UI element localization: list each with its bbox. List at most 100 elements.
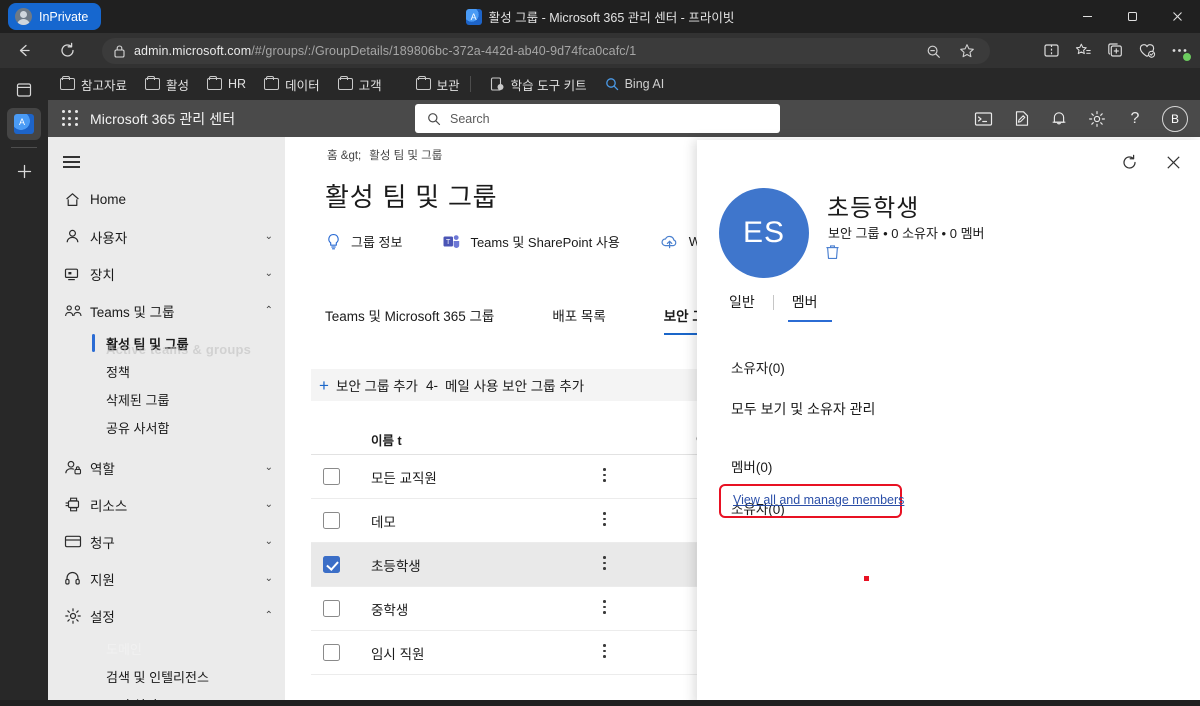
sidebar-item-teams-groups[interactable]: Teams 및 그룹 ⌃ — [48, 292, 285, 329]
device-icon — [64, 266, 90, 282]
app-launcher-icon[interactable] — [60, 109, 80, 129]
bookmark-item[interactable]: 참고자료 — [52, 71, 135, 98]
inprivate-indicator[interactable]: InPrivate — [8, 3, 102, 30]
column-header-name[interactable]: 이름 t — [371, 430, 402, 449]
owners-manage-link[interactable]: 모두 보기 및 소유자 관리 — [731, 399, 875, 419]
bookmark-item[interactable]: 데이터 — [256, 71, 328, 98]
console-icon[interactable] — [966, 104, 1000, 134]
more-options-icon[interactable] — [603, 468, 606, 485]
sidebar-item-search-intelligence[interactable]: 검색 및 인텔리전스 — [48, 662, 285, 690]
row-name-cell: 초등학생 — [371, 558, 421, 574]
row-checkbox[interactable] — [323, 600, 340, 617]
owners-count-label: 소유자(0) — [731, 361, 785, 376]
address-bar[interactable]: admin.microsoft.com/#/groups/:/GroupDeta… — [102, 38, 990, 64]
settings-gear-icon[interactable] — [1080, 104, 1114, 134]
table-row[interactable]: 임시 직원 — [311, 631, 751, 675]
sidebar-item-resources[interactable]: 리소스 ⌄ — [48, 486, 285, 523]
tab-label: Teams 및 Microsoft 365 그룹 — [325, 309, 495, 324]
more-options-icon[interactable] — [603, 644, 606, 661]
suite-brand-label[interactable]: Microsoft 365 관리 센터 — [90, 109, 235, 129]
bookmark-item[interactable]: 학습 도구 키트 — [482, 71, 595, 98]
search-input[interactable]: Search — [415, 104, 780, 133]
refresh-icon[interactable] — [1114, 148, 1144, 176]
action-group-info[interactable]: 그룹 정보 — [325, 232, 402, 251]
add-mail-enabled-security-group-button[interactable]: 4- 메일 사용 보안 그룹 추가 — [426, 375, 584, 395]
favorite-star-icon[interactable] — [952, 37, 982, 65]
add-tab-icon[interactable] — [7, 155, 41, 187]
sidebar-item-users[interactable]: 사용자 ⌄ — [48, 218, 285, 255]
sidebar-item-label: 사용자 — [90, 230, 128, 246]
minimize-button[interactable] — [1065, 0, 1110, 33]
tab-distribution-lists[interactable]: 배포 목록 — [552, 305, 605, 335]
sidebar-item-billing[interactable]: 청구 ⌄ — [48, 523, 285, 560]
notifications-bell-icon[interactable] — [1042, 104, 1076, 134]
table-row[interactable]: 중학생 — [311, 587, 751, 631]
folder-icon — [415, 75, 431, 90]
command-label: 보안 그룹 추가 — [335, 379, 418, 394]
bookmark-label: 참고자료 — [81, 78, 128, 93]
m365-admin-app-icon[interactable] — [7, 108, 41, 140]
action-label: Teams 및 SharePoint 사용 — [470, 235, 620, 250]
action-teams-sharepoint[interactable]: T Teams 및 SharePoint 사용 — [442, 232, 620, 251]
svg-text:T: T — [447, 239, 452, 246]
sidebar-item-deleted-groups[interactable]: 삭제된 그룹 — [48, 385, 285, 413]
chevron-down-icon: ⌄ — [264, 268, 273, 279]
close-icon[interactable] — [1158, 148, 1188, 176]
m365-favicon-icon — [465, 8, 482, 25]
bookmark-item[interactable]: 보관 — [408, 71, 468, 98]
avatar[interactable]: B — [1162, 105, 1188, 132]
bookmark-item[interactable]: HR — [199, 73, 254, 95]
search-icon — [605, 78, 618, 91]
search-placeholder: Search — [450, 111, 490, 126]
help-question-icon[interactable]: ? — [1118, 104, 1152, 134]
sidebar-item-shared-mailboxes[interactable]: 공유 사서함 — [48, 413, 285, 441]
back-button[interactable] — [8, 37, 38, 65]
add-security-group-button[interactable]: + 보안 그룹 추가 — [319, 375, 418, 395]
trash-icon[interactable] — [825, 244, 840, 265]
panel-tab-members[interactable]: 멤버 — [774, 292, 836, 322]
tab-actions-icon[interactable] — [7, 74, 41, 106]
sidebar-item-support[interactable]: 지원 ⌄ — [48, 560, 285, 597]
close-window-button[interactable] — [1155, 0, 1200, 33]
more-options-icon[interactable] — [603, 600, 606, 617]
settings-more-icon[interactable] — [1164, 37, 1194, 65]
tab-teams-m365-groups[interactable]: Teams 및 Microsoft 365 그룹 — [325, 305, 494, 335]
refresh-button[interactable] — [52, 37, 82, 65]
row-checkbox[interactable] — [323, 644, 340, 661]
sidebar-item-devices[interactable]: 장치 ⌄ — [48, 255, 285, 292]
view-manage-members-link[interactable]: View all and manage members — [733, 493, 904, 507]
feedback-pen-icon[interactable] — [1004, 104, 1038, 134]
browser-essentials-icon[interactable] — [1132, 37, 1162, 65]
split-screen-icon[interactable] — [1036, 37, 1066, 65]
bookmark-item[interactable]: 고객 — [330, 71, 390, 98]
table-row[interactable]: 모든 교직원 — [311, 455, 751, 499]
sidebar-item-home[interactable]: Home — [48, 181, 285, 218]
add-to-collections-icon[interactable] — [1100, 37, 1130, 65]
teams-groups-icon — [64, 303, 90, 319]
zoom-out-icon[interactable] — [918, 37, 948, 65]
table-row[interactable]: 데모 — [311, 499, 751, 543]
group-avatar: ES — [719, 188, 809, 278]
bookmark-item[interactable]: 활성 — [137, 71, 197, 98]
breadcrumb-home[interactable]: 홈 &gt; — [327, 147, 361, 163]
hamburger-icon[interactable] — [48, 143, 94, 181]
row-checkbox[interactable] — [323, 468, 340, 485]
sidebar-item-roles[interactable]: 역할 ⌄ — [48, 449, 285, 486]
more-options-icon[interactable] — [603, 512, 606, 529]
sidebar-item-settings[interactable]: 설정 ⌃ — [48, 597, 285, 634]
more-options-icon[interactable] — [603, 556, 606, 573]
collections-list-icon[interactable] — [1068, 37, 1098, 65]
bookmarks-bar: 참고자료 활성 HR 데이터 고객 보관 학습 도구 키트 Bing AI — [0, 68, 1200, 100]
row-checkbox[interactable] — [323, 512, 340, 529]
table-row[interactable]: 초등학생 — [311, 543, 751, 587]
maximize-restore-button[interactable] — [1110, 0, 1155, 33]
bookmark-item[interactable]: Bing AI — [597, 73, 673, 95]
teams-icon: T — [443, 235, 460, 248]
row-checkbox[interactable] — [323, 556, 340, 573]
sidebar-item-active-teams-groups[interactable]: 활성 팀 및 그룹 Active teams & groups — [48, 329, 285, 357]
panel-tab-general[interactable]: 일반 — [727, 292, 773, 322]
sidebar-item-domains[interactable]: 도메인 — [48, 634, 285, 662]
sidebar-item-policies[interactable]: 정책 — [48, 357, 285, 385]
lock-icon — [114, 45, 125, 58]
group-details-panel: ES 초등학생 보안 그룹 • 0 소유자 • 0 멤버 일반 멤버 소유자(0… — [697, 140, 1200, 706]
